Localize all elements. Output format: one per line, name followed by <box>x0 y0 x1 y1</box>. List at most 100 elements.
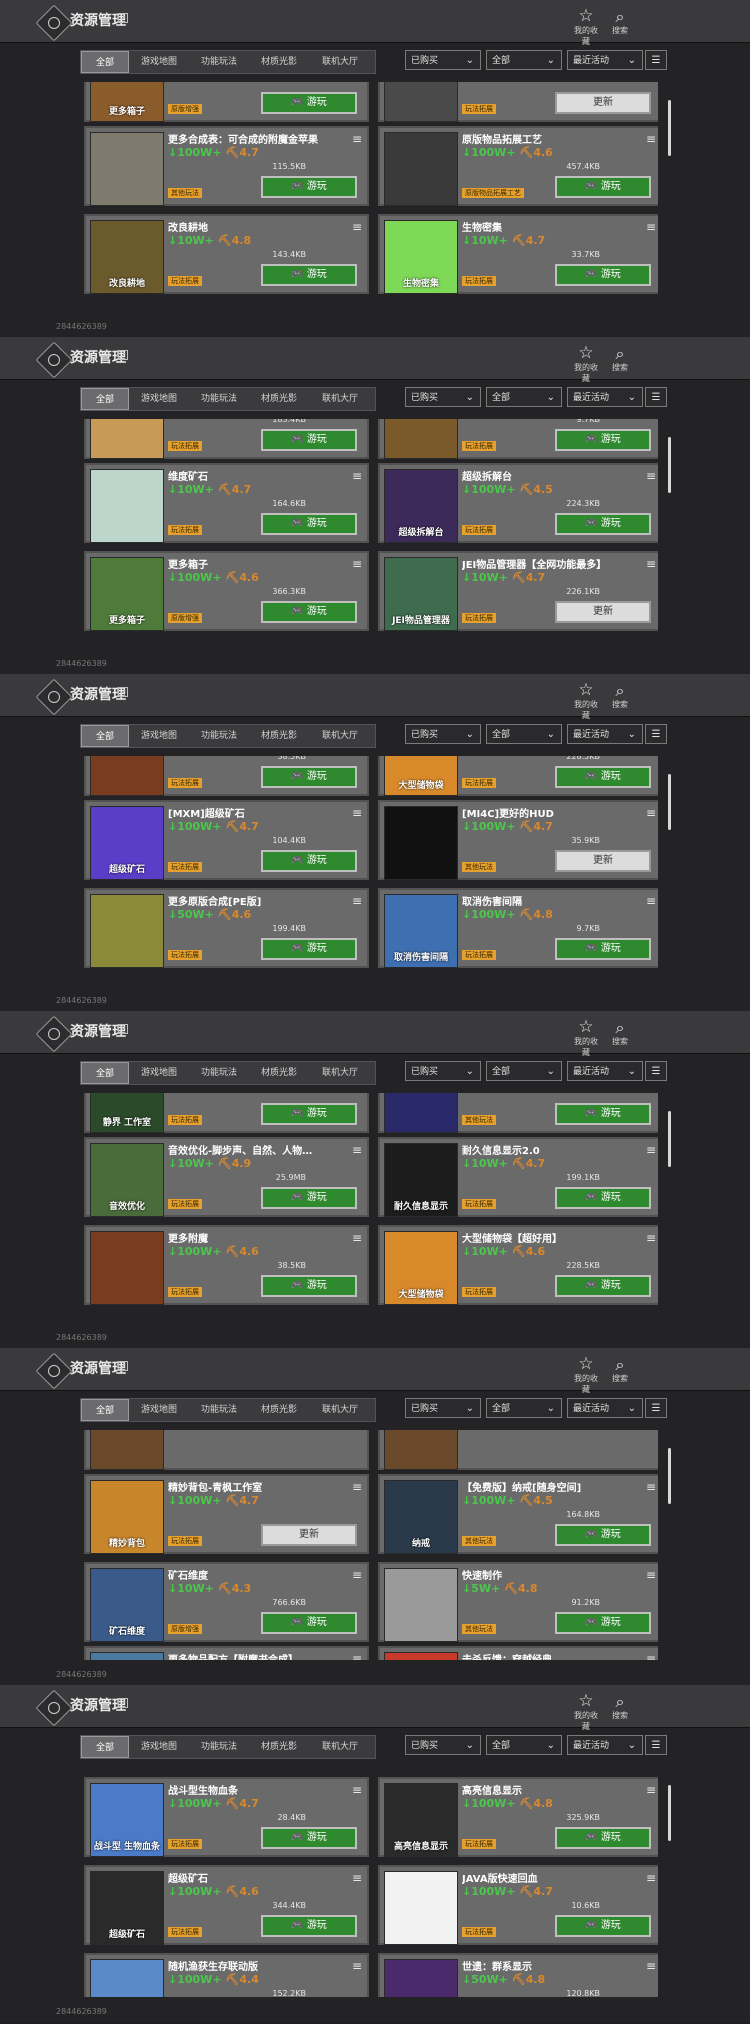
favorites-button[interactable]: ☆ 我的收藏 <box>571 682 601 721</box>
more-menu-icon[interactable]: ≡ <box>646 133 656 145</box>
external-link-icon[interactable]: ↗ <box>118 1361 128 1371</box>
more-menu-icon[interactable]: ≡ <box>352 133 362 145</box>
tab-4[interactable]: 联机大厅 <box>309 1062 371 1084</box>
sort-order-button[interactable]: ☰ <box>645 724 667 744</box>
resource-card[interactable]: 维度矿石 ≡ ↓10W+ ⛏4.7 164.6KB 玩法拓展 🎮 游玩 <box>84 463 369 543</box>
more-menu-icon[interactable]: ≡ <box>646 1960 656 1972</box>
scrollbar-thumb[interactable] <box>668 100 671 156</box>
more-menu-icon[interactable]: ≡ <box>646 1569 656 1581</box>
play-button[interactable]: 🎮 游玩 <box>261 601 357 623</box>
type-dropdown[interactable]: 全部 ⌄ <box>486 50 562 70</box>
resource-card[interactable]: 高亮信息显示 高亮信息显示 ≡ ↓100W+ ⛏4.8 325.9KB 玩法拓展 🎮 游玩 <box>378 1777 658 1857</box>
more-menu-icon[interactable]: ≡ <box>352 1144 362 1156</box>
tab-3[interactable]: 材质光影 <box>249 1062 309 1084</box>
more-menu-icon[interactable]: ≡ <box>352 558 362 570</box>
sort-order-button[interactable]: ☰ <box>645 50 667 70</box>
resource-card[interactable]: 生物密集 生物密集 ≡ ↓10W+ ⛏4.7 33.7KB 玩法拓展 🎮 游玩 <box>378 214 658 294</box>
sort-dropdown[interactable]: 最近活动 ⌄ <box>567 50 643 70</box>
owned-dropdown[interactable]: 已购买 ⌄ <box>405 1735 481 1755</box>
more-menu-icon[interactable]: ≡ <box>352 1872 362 1884</box>
more-menu-icon[interactable]: ≡ <box>352 1784 362 1796</box>
play-button[interactable]: 🎮 游玩 <box>555 176 651 198</box>
play-button[interactable]: 🎮 游玩 <box>261 1187 357 1209</box>
play-button[interactable]: 🎮 游玩 <box>261 1275 357 1297</box>
type-dropdown[interactable]: 全部 ⌄ <box>486 1735 562 1755</box>
play-button[interactable]: 🎮 游玩 <box>555 429 651 451</box>
more-menu-icon[interactable]: ≡ <box>646 470 656 482</box>
sort-dropdown[interactable]: 最近活动 ⌄ <box>567 387 643 407</box>
more-menu-icon[interactable]: ≡ <box>646 1481 656 1493</box>
back-logo-icon[interactable] <box>35 1352 73 1390</box>
tab-3[interactable]: 材质光影 <box>249 388 309 410</box>
resource-card[interactable]: 耐久信息显示 耐久信息显示2.0 ≡ ↓10W+ ⛏4.7 199.1KB 玩法拓展 🎮 游… <box>378 1137 658 1217</box>
play-button[interactable]: 🎮 游玩 <box>261 264 357 286</box>
play-button[interactable]: 🎮 游玩 <box>555 1187 651 1209</box>
favorites-button[interactable]: ☆ 我的收藏 <box>571 1019 601 1058</box>
more-menu-icon[interactable]: ≡ <box>352 221 362 233</box>
tab-1[interactable]: 游戏地图 <box>129 51 189 73</box>
search-button[interactable]: ⌕ 搜索 <box>609 345 631 373</box>
tab-2[interactable]: 功能玩法 <box>189 725 249 747</box>
type-dropdown[interactable]: 全部 ⌄ <box>486 724 562 744</box>
play-button[interactable]: 🎮 游玩 <box>555 1275 651 1297</box>
resource-card[interactable]: 更多合成表：可合成的附魔金苹果 ≡ ↓100W+ ⛏4.7 115.5KB 其他玩法 🎮 … <box>84 126 369 206</box>
play-button[interactable]: 🎮 游玩 <box>261 513 357 535</box>
play-button[interactable]: 🎮 游玩 <box>555 766 651 788</box>
tab-1[interactable]: 游戏地图 <box>129 725 189 747</box>
tab-0[interactable]: 全部 <box>81 1399 129 1421</box>
type-dropdown[interactable]: 全部 ⌄ <box>486 387 562 407</box>
tab-0[interactable]: 全部 <box>81 1062 129 1084</box>
tab-3[interactable]: 材质光影 <box>249 51 309 73</box>
tab-3[interactable]: 材质光影 <box>249 1399 309 1421</box>
scrollbar-thumb[interactable] <box>668 1111 671 1167</box>
external-link-icon[interactable]: ↗ <box>118 1698 128 1708</box>
owned-dropdown[interactable]: 已购买 ⌄ <box>405 50 481 70</box>
back-logo-icon[interactable] <box>35 1689 73 1727</box>
play-button[interactable]: 🎮 游玩 <box>261 92 357 114</box>
external-link-icon[interactable]: ↗ <box>118 350 128 360</box>
resource-card[interactable]: 更多箱子≡原版增强🎮 游玩 <box>84 82 369 122</box>
favorites-button[interactable]: ☆ 我的收藏 <box>571 8 601 47</box>
sort-dropdown[interactable]: 最近活动 ⌄ <box>567 1061 643 1081</box>
external-link-icon[interactable]: ↗ <box>118 687 128 697</box>
play-button[interactable]: 🎮 游玩 <box>555 1612 651 1634</box>
tab-0[interactable]: 全部 <box>81 1736 129 1758</box>
resource-card[interactable]: ≡ <box>84 1430 369 1470</box>
sort-order-button[interactable]: ☰ <box>645 1735 667 1755</box>
resource-card[interactable]: ≡↓100W+ ⛏4.638.5KB玩法拓展🎮 游玩 <box>84 756 369 796</box>
sort-dropdown[interactable]: 最近活动 ⌄ <box>567 1398 643 1418</box>
update-button[interactable]: 更新 <box>555 601 651 623</box>
resource-card[interactable]: 超级拆解台 超级拆解台 ≡ ↓100W+ ⛏4.5 224.3KB 玩法拓展 🎮 游玩 <box>378 463 658 543</box>
owned-dropdown[interactable]: 已购买 ⌄ <box>405 1061 481 1081</box>
play-button[interactable]: 🎮 游玩 <box>555 513 651 535</box>
tab-0[interactable]: 全部 <box>81 725 129 747</box>
type-dropdown[interactable]: 全部 ⌄ <box>486 1061 562 1081</box>
more-menu-icon[interactable]: ≡ <box>352 1960 362 1972</box>
play-button[interactable]: 🎮 游玩 <box>555 1524 651 1546</box>
tab-4[interactable]: 联机大厅 <box>309 1399 371 1421</box>
play-button[interactable]: 🎮 游玩 <box>555 938 651 960</box>
sort-dropdown[interactable]: 最近活动 ⌄ <box>567 1735 643 1755</box>
resource-card[interactable]: 大型储物袋≡↓10W+ ⛏4.6228.5KB玩法拓展🎮 游玩 <box>378 756 658 796</box>
more-menu-icon[interactable]: ≡ <box>646 558 656 570</box>
resource-card[interactable]: BIOME 世遗：群系显示 ≡ ↓50W+ ⛏4.8 120.8KB <box>378 1953 658 1997</box>
tab-3[interactable]: 材质光影 <box>249 725 309 747</box>
resource-card[interactable]: 快速制作 ≡ ↓5W+ ⛏4.8 91.2KB 其他玩法 🎮 游玩 <box>378 1562 658 1642</box>
tab-2[interactable]: 功能玩法 <box>189 1736 249 1758</box>
more-menu-icon[interactable]: ≡ <box>352 1481 362 1493</box>
tab-1[interactable]: 游戏地图 <box>129 1399 189 1421</box>
resource-card[interactable]: JAVA版快速回血 ≡ ↓100W+ ⛏4.7 10.6KB 玩法拓展 🎮 游玩 <box>378 1865 658 1945</box>
search-button[interactable]: ⌕ 搜索 <box>609 1356 631 1384</box>
resource-card[interactable]: 精妙背包 精妙背包-青枫工作室 ≡ ↓100W+ ⛏4.7 玩法拓展 更新 <box>84 1474 369 1554</box>
resource-card[interactable]: 超级矿石 超级矿石 ≡ ↓100W+ ⛏4.6 344.4KB 玩法拓展 🎮 游玩 <box>84 1865 369 1945</box>
tab-2[interactable]: 功能玩法 <box>189 51 249 73</box>
resource-card[interactable]: 更多箱子 更多箱子 ≡ ↓100W+ ⛏4.6 366.3KB 原版增强 🎮 游玩 <box>84 551 369 631</box>
owned-dropdown[interactable]: 已购买 ⌄ <box>405 387 481 407</box>
resource-card[interactable]: ≡玩法拓展更新 <box>378 82 658 122</box>
resource-card[interactable]: 静界 工作室≡玩法拓展🎮 游玩 <box>84 1093 369 1133</box>
sort-order-button[interactable]: ☰ <box>645 387 667 407</box>
play-button[interactable]: 🎮 游玩 <box>261 429 357 451</box>
tab-4[interactable]: 联机大厅 <box>309 1736 371 1758</box>
resource-card[interactable]: ≡183.4KB玩法拓展🎮 游玩 <box>84 419 369 459</box>
owned-dropdown[interactable]: 已购买 ⌄ <box>405 1398 481 1418</box>
